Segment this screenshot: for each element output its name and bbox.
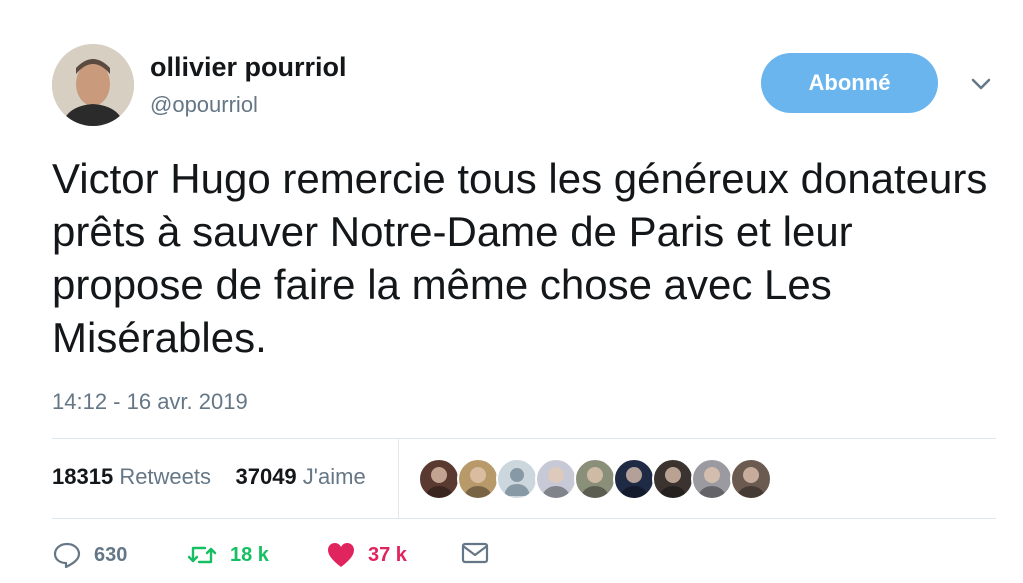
- avatar-7-icon[interactable]: [652, 458, 694, 500]
- avatar-6-icon[interactable]: [613, 458, 655, 500]
- avatar-1-icon[interactable]: [418, 458, 460, 500]
- retweet-action[interactable]: 18 k: [186, 541, 269, 569]
- stats-separator: [398, 438, 399, 518]
- tweet-actions: 630 18 k 37 k: [52, 541, 552, 571]
- avatar-8-icon[interactable]: [691, 458, 733, 500]
- heart-icon: [328, 543, 354, 567]
- avatar-default-icon[interactable]: [496, 458, 538, 500]
- retweet-icon: [187, 546, 217, 564]
- envelope-icon: [461, 542, 489, 564]
- avatar-4-icon[interactable]: [535, 458, 577, 500]
- author-handle[interactable]: @opourriol: [150, 92, 258, 118]
- following-button[interactable]: Abonné: [761, 53, 938, 113]
- tweet-text: Victor Hugo remercie tous les généreux d…: [52, 155, 988, 361]
- chevron-down-icon[interactable]: [966, 72, 996, 96]
- author-avatar[interactable]: [52, 44, 134, 126]
- divider-top: [52, 438, 996, 439]
- tweet-timestamp[interactable]: 14:12 - 16 avr. 2019: [52, 389, 248, 415]
- avatar-9-icon[interactable]: [730, 458, 772, 500]
- retweet-count: 18 k: [230, 543, 269, 566]
- engagement-stats: 18315 Retweets 37049 J'aime: [52, 464, 366, 490]
- reply-count: 630: [94, 543, 128, 566]
- likes-label[interactable]: J'aime: [303, 464, 366, 489]
- author-name[interactable]: ollivier pourriol: [150, 52, 347, 83]
- like-count: 37 k: [368, 543, 407, 566]
- avatar-2-icon[interactable]: [457, 458, 499, 500]
- reply-icon: [53, 542, 81, 569]
- direct-message-action[interactable]: [460, 541, 490, 565]
- like-action[interactable]: 37 k: [326, 541, 407, 569]
- retweets-count[interactable]: 18315: [52, 464, 113, 489]
- avatar-5-icon[interactable]: [574, 458, 616, 500]
- divider-bottom: [52, 518, 996, 519]
- likes-count[interactable]: 37049: [235, 464, 296, 489]
- retweets-label[interactable]: Retweets: [119, 464, 211, 489]
- reply-action[interactable]: 630: [52, 541, 127, 569]
